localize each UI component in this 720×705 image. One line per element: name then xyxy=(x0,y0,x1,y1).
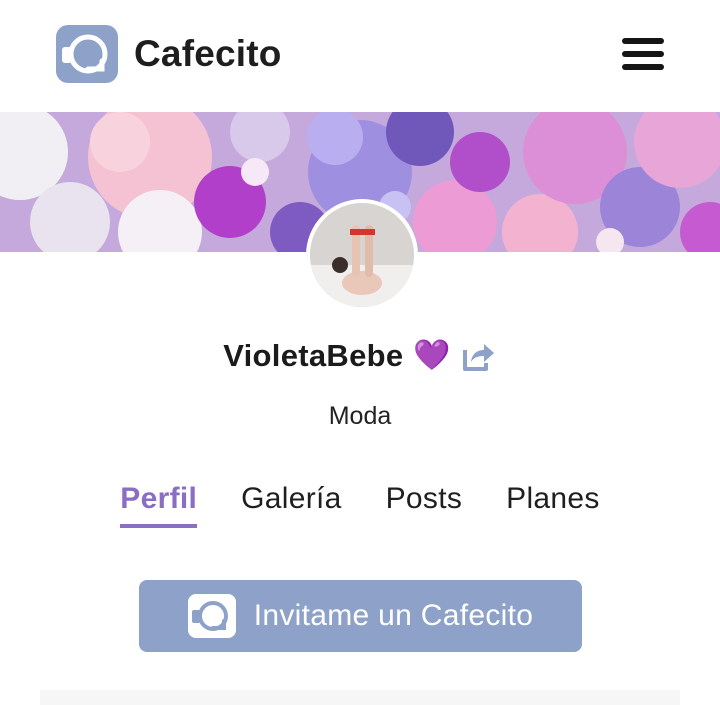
tab-perfil[interactable]: Perfil xyxy=(120,482,198,528)
tab-planes[interactable]: Planes xyxy=(506,482,600,528)
profile-category: Moda xyxy=(328,402,392,430)
invite-cafecito-button[interactable]: Invitame un Cafecito xyxy=(139,580,582,652)
hamburger-menu-icon[interactable] xyxy=(620,38,668,72)
purple-heart-emoji: 💜 xyxy=(413,339,451,372)
invite-button-label: Invitame un Cafecito xyxy=(253,599,534,632)
brand-name: Cafecito xyxy=(134,33,282,74)
username: VioletaBebe xyxy=(223,338,404,373)
avatar-image xyxy=(310,203,414,307)
profile-name-row: VioletaBebe 💜 xyxy=(0,338,720,374)
top-bar: Cafecito xyxy=(0,0,720,112)
tab-galeria[interactable]: Galería xyxy=(241,482,341,528)
brand[interactable]: Cafecito xyxy=(56,25,282,83)
profile-avatar[interactable] xyxy=(306,199,418,311)
cafecito-logo-icon xyxy=(56,25,118,83)
content-panel-edge xyxy=(40,690,680,705)
profile-tabs: Perfil Galería Posts Planes xyxy=(0,482,720,528)
share-icon[interactable] xyxy=(459,338,497,374)
tab-posts[interactable]: Posts xyxy=(386,482,463,528)
cafecito-cup-icon xyxy=(187,594,236,638)
